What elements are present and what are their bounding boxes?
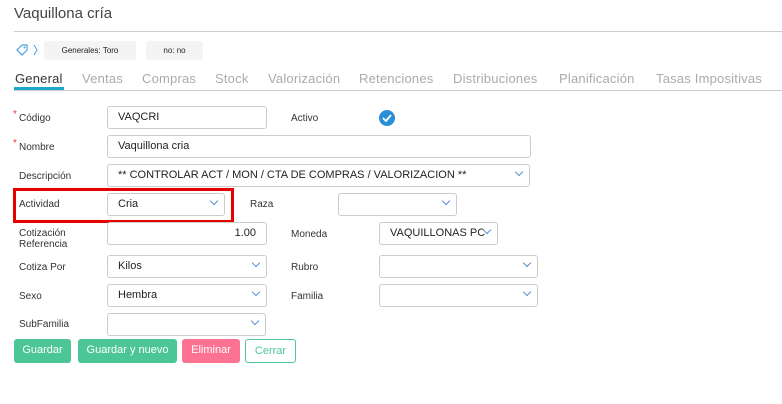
codigo-input[interactable]: VAQCRI — [107, 106, 267, 129]
tab-general[interactable]: General — [15, 71, 63, 86]
descripcion-label: Descripción — [19, 171, 72, 182]
tab-stock[interactable]: Stock — [215, 71, 249, 86]
tab-tasas-impositivas[interactable]: Tasas Impositivas — [656, 71, 762, 86]
moneda-label: Moneda — [291, 229, 328, 240]
tag-icon[interactable] — [15, 44, 29, 56]
chevron-down-icon — [251, 287, 261, 297]
eliminar-button[interactable]: Eliminar — [182, 339, 240, 363]
actividad-select[interactable]: Cria — [107, 193, 225, 216]
subfamilia-label: SubFamilia — [19, 319, 70, 330]
raza-label: Raza — [250, 199, 274, 210]
moneda-select[interactable]: VAQUILLONAS PC — [379, 222, 498, 245]
tab-compras[interactable]: Compras — [142, 71, 196, 86]
chevron-down-icon — [251, 258, 261, 268]
nombre-label: * Nombre — [13, 138, 55, 153]
activo-checkbox[interactable] — [379, 110, 395, 126]
sexo-label: Sexo — [19, 291, 42, 302]
chip-generales[interactable]: Generales: Toro — [44, 41, 136, 60]
familia-label: Familia — [291, 291, 324, 302]
tab-distribuciones[interactable]: Distribuciones — [453, 71, 537, 86]
nombre-input[interactable]: Vaquillona cria — [107, 135, 531, 158]
tab-ventas[interactable]: Ventas — [82, 71, 123, 86]
chevron-down-icon — [250, 316, 260, 326]
codigo-label: * Código — [13, 109, 51, 124]
tabs-divider — [14, 90, 782, 91]
chevron-down-icon — [522, 287, 532, 297]
subfamilia-select[interactable] — [107, 313, 266, 336]
divider — [14, 31, 782, 32]
cotiza-por-select[interactable]: Kilos — [107, 255, 267, 278]
descripcion-select[interactable]: ** CONTROLAR ACT / MON / CTA DE COMPRAS … — [107, 164, 530, 187]
familia-select[interactable] — [379, 284, 538, 307]
page-title: Vaquillona cría — [14, 5, 113, 22]
cotiza-por-value: Kilos — [118, 260, 142, 272]
tab-planificacion[interactable]: Planificación — [559, 71, 635, 86]
activo-label: Activo — [291, 113, 319, 124]
chevron-down-icon — [441, 196, 451, 206]
actividad-value: Cria — [118, 198, 139, 210]
guardar-y-nuevo-button[interactable]: Guardar y nuevo — [78, 339, 177, 363]
actividad-label: Actividad — [19, 199, 60, 210]
chevron-down-icon — [209, 196, 219, 206]
sexo-select[interactable]: Hembra — [107, 284, 267, 307]
tab-valorizacion[interactable]: Valorización — [268, 71, 340, 86]
cerrar-button[interactable]: Cerrar — [245, 339, 296, 363]
chevron-down-icon — [514, 167, 524, 177]
moneda-value: VAQUILLONAS PC — [390, 227, 486, 239]
tab-retenciones[interactable]: Retenciones — [359, 71, 433, 86]
sexo-value: Hembra — [118, 289, 158, 301]
chip-no[interactable]: no: no — [146, 41, 203, 60]
cotiza-por-label: Cotiza Por — [19, 262, 66, 273]
chevron-down-icon — [522, 258, 532, 268]
guardar-button[interactable]: Guardar — [14, 339, 71, 363]
raza-select[interactable] — [338, 193, 457, 216]
cotizacion-label: Cotización Referencia — [19, 228, 68, 250]
rubro-label: Rubro — [291, 262, 319, 273]
descripcion-value: ** CONTROLAR ACT / MON / CTA DE COMPRAS … — [118, 169, 467, 181]
chevron-right-icon[interactable] — [33, 44, 39, 56]
cotizacion-input[interactable]: 1.00 — [107, 222, 267, 245]
rubro-select[interactable] — [379, 255, 538, 278]
